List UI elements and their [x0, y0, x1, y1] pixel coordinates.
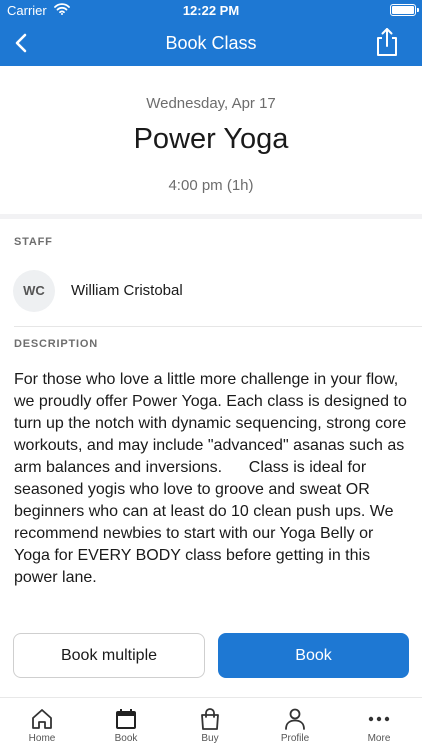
avatar: WC: [13, 270, 55, 312]
staff-name[interactable]: William Cristobal: [71, 282, 183, 299]
tab-home[interactable]: Home: [0, 704, 84, 750]
book-multiple-button[interactable]: Book multiple: [13, 633, 205, 678]
tab-home-label: Home: [28, 733, 56, 744]
battery-icon: [390, 4, 419, 16]
tab-more-label: More: [367, 733, 391, 744]
tab-book-label: Book: [114, 733, 138, 744]
tab-buy[interactable]: Buy: [168, 704, 252, 750]
share-icon[interactable]: [374, 26, 400, 58]
tab-profile-label: Profile: [280, 733, 310, 744]
calendar-icon: [116, 709, 136, 729]
person-icon: [285, 708, 305, 730]
navigation-bar: Book Class: [0, 20, 422, 66]
class-description: For those who love a little more challen…: [14, 371, 412, 586]
tab-more[interactable]: More: [337, 704, 421, 750]
more-dots-icon: [368, 716, 390, 722]
tab-profile[interactable]: Profile: [253, 704, 337, 750]
tab-bar: Home Book Buy Profile More: [0, 697, 422, 750]
tab-buy-label: Buy: [201, 733, 219, 744]
status-bar: Carrier 12:22 PM: [0, 0, 422, 20]
status-time: 12:22 PM: [182, 3, 240, 18]
divider: [14, 326, 422, 327]
book-button[interactable]: Book: [218, 633, 409, 678]
staff-section-label: STAFF: [14, 236, 53, 248]
shopping-bag-icon: [201, 708, 219, 730]
class-time: 4:00 pm (1h): [168, 177, 254, 194]
home-icon: [32, 709, 52, 729]
section-divider: [0, 214, 422, 219]
class-name: Power Yoga: [133, 123, 289, 155]
class-summary: Wednesday, Apr 17 Power Yoga 4:00 pm (1h…: [0, 66, 422, 216]
page-title: Book Class: [165, 33, 257, 53]
description-section-label: DESCRIPTION: [14, 338, 98, 350]
tab-book[interactable]: Book: [84, 704, 168, 750]
class-date: Wednesday, Apr 17: [146, 95, 276, 112]
app-header: Carrier 12:22 PM Book Class: [0, 0, 422, 66]
